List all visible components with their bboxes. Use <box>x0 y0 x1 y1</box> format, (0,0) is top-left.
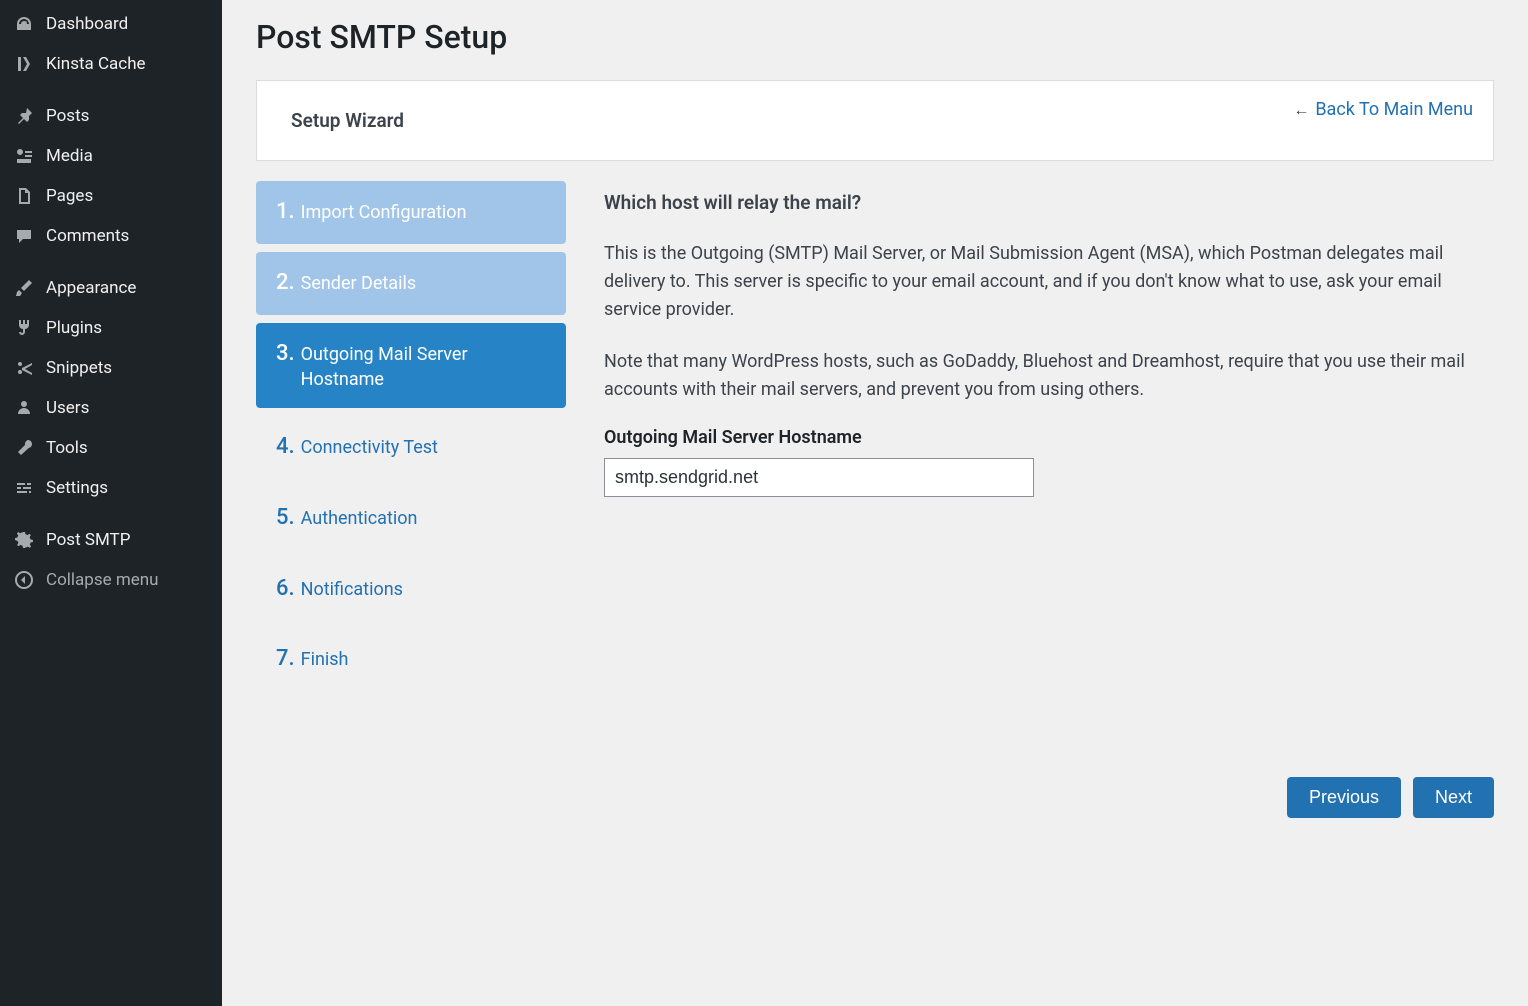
step-connectivity-test[interactable]: 4. Connectivity Test <box>256 416 566 479</box>
sidebar-item-pages[interactable]: Pages <box>0 176 222 216</box>
step-label: Import Configuration <box>301 200 467 225</box>
arrow-left-icon: ← <box>1293 100 1309 120</box>
step-label: Finish <box>301 647 349 672</box>
step-outgoing-mail-server[interactable]: 3. Outgoing Mail Server Hostname <box>256 323 566 408</box>
sidebar-item-settings[interactable]: Settings <box>0 468 222 508</box>
panel-paragraph-1: This is the Outgoing (SMTP) Mail Server,… <box>604 240 1494 324</box>
hostname-input[interactable] <box>604 458 1034 497</box>
step-label: Sender Details <box>301 271 417 296</box>
sidebar-item-label: Media <box>46 146 93 166</box>
step-label: Authentication <box>301 506 418 531</box>
sliders-icon <box>14 478 34 498</box>
step-number: 4. <box>276 432 295 463</box>
sidebar-item-kinsta-cache[interactable]: Kinsta Cache <box>0 44 222 84</box>
step-label: Notifications <box>301 577 403 602</box>
sidebar-item-label: Dashboard <box>46 14 128 34</box>
wizard-card: ← Back To Main Menu Setup Wizard <box>256 80 1494 161</box>
sidebar-item-label: Pages <box>46 186 93 206</box>
wrench-icon <box>14 438 34 458</box>
plug-icon <box>14 318 34 338</box>
next-button[interactable]: Next <box>1413 777 1494 818</box>
step-finish[interactable]: 7. Finish <box>256 628 566 691</box>
sidebar-item-label: Comments <box>46 226 129 246</box>
sidebar-item-media[interactable]: Media <box>0 136 222 176</box>
sidebar-item-label: Tools <box>46 438 88 458</box>
panel-heading: Which host will relay the mail? <box>604 191 1494 214</box>
sidebar-item-appearance[interactable]: Appearance <box>0 268 222 308</box>
sidebar-item-snippets[interactable]: Snippets <box>0 348 222 388</box>
panel-paragraph-2: Note that many WordPress hosts, such as … <box>604 348 1494 404</box>
sidebar-collapse[interactable]: Collapse menu <box>0 560 222 600</box>
scissors-icon <box>14 358 34 378</box>
card-title: Setup Wizard <box>291 109 1459 132</box>
wizard-steps: 1. Import Configuration 2. Sender Detail… <box>256 181 566 818</box>
sidebar-item-tools[interactable]: Tools <box>0 428 222 468</box>
step-number: 5. <box>276 503 295 534</box>
back-to-main-link[interactable]: ← Back To Main Menu <box>1293 99 1473 120</box>
sidebar-item-dashboard[interactable]: Dashboard <box>0 4 222 44</box>
previous-button[interactable]: Previous <box>1287 777 1401 818</box>
pin-icon <box>14 106 34 126</box>
user-icon <box>14 398 34 418</box>
back-link-label: Back To Main Menu <box>1315 99 1473 120</box>
step-authentication[interactable]: 5. Authentication <box>256 487 566 550</box>
step-number: 6. <box>276 574 295 605</box>
sidebar-item-label: Snippets <box>46 358 112 378</box>
media-icon <box>14 146 34 166</box>
sidebar-item-plugins[interactable]: Plugins <box>0 308 222 348</box>
sidebar-item-posts[interactable]: Posts <box>0 96 222 136</box>
sidebar-item-users[interactable]: Users <box>0 388 222 428</box>
wizard-panel: Which host will relay the mail? This is … <box>604 181 1494 818</box>
sidebar-item-comments[interactable]: Comments <box>0 216 222 256</box>
pages-icon <box>14 186 34 206</box>
sidebar-item-label: Users <box>46 398 89 418</box>
sidebar-item-post-smtp[interactable]: Post SMTP <box>0 520 222 560</box>
step-label: Connectivity Test <box>301 435 438 460</box>
wizard-body: 1. Import Configuration 2. Sender Detail… <box>256 181 1494 818</box>
step-import-configuration[interactable]: 1. Import Configuration <box>256 181 566 244</box>
page-title: Post SMTP Setup <box>256 18 1494 56</box>
step-number: 1. <box>276 197 295 228</box>
comment-icon <box>14 226 34 246</box>
step-label: Outgoing Mail Server Hostname <box>301 342 546 392</box>
main-content: Post SMTP Setup ← Back To Main Menu Setu… <box>222 0 1528 1006</box>
sidebar-item-label: Settings <box>46 478 108 498</box>
sidebar-item-label: Appearance <box>46 278 136 298</box>
dashboard-icon <box>14 14 34 34</box>
sidebar-item-label: Posts <box>46 106 89 126</box>
sidebar-item-label: Plugins <box>46 318 102 338</box>
step-number: 3. <box>276 339 295 370</box>
kinsta-icon <box>14 54 34 74</box>
sidebar-collapse-label: Collapse menu <box>46 570 159 590</box>
wizard-nav-buttons: Previous Next <box>604 777 1494 818</box>
sidebar-item-label: Post SMTP <box>46 530 130 550</box>
step-number: 7. <box>276 644 295 675</box>
admin-sidebar: Dashboard Kinsta Cache Posts Media Pages… <box>0 0 222 1006</box>
step-number: 2. <box>276 268 295 299</box>
hostname-field-label: Outgoing Mail Server Hostname <box>604 427 1494 448</box>
sidebar-item-label: Kinsta Cache <box>46 54 146 74</box>
collapse-icon <box>14 570 34 590</box>
step-notifications[interactable]: 6. Notifications <box>256 558 566 621</box>
brush-icon <box>14 278 34 298</box>
step-sender-details[interactable]: 2. Sender Details <box>256 252 566 315</box>
gear-icon <box>14 530 34 550</box>
